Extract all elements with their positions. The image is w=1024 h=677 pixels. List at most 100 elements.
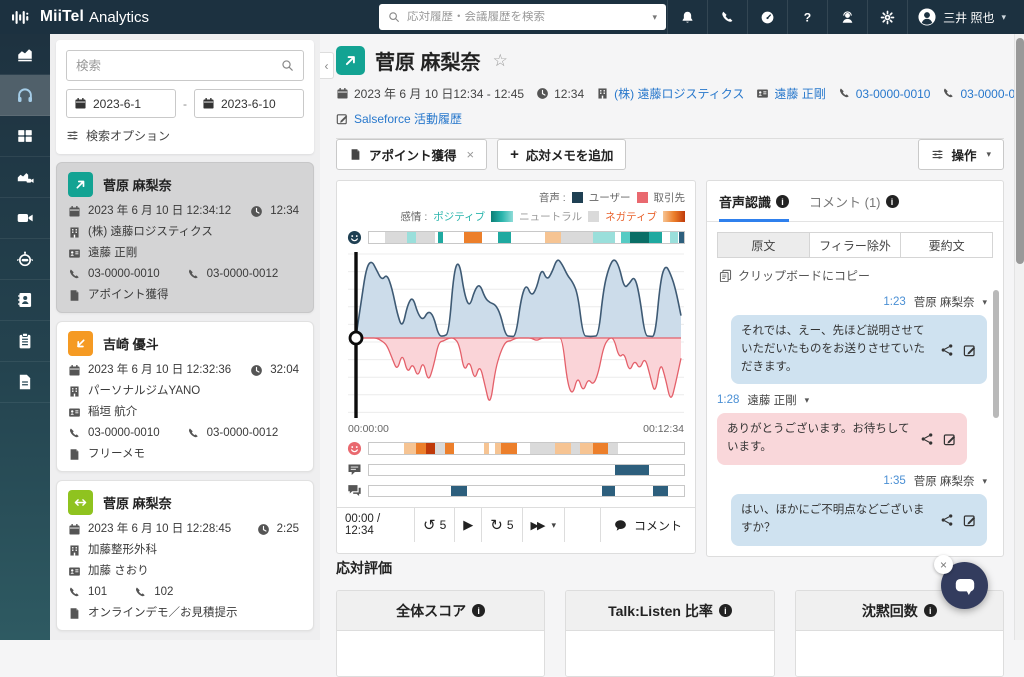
sentiment-segment xyxy=(426,443,435,454)
sentiment-segment xyxy=(501,443,517,454)
view-no-filler-button[interactable]: フィラー除外 xyxy=(809,232,902,258)
tab-comments[interactable]: コメント (1) i xyxy=(809,192,899,222)
chevron-down-icon[interactable]: ▾ xyxy=(805,395,810,406)
view-original-button[interactable]: 原文 xyxy=(717,232,810,258)
sentiment-segment xyxy=(593,232,615,243)
global-search[interactable]: ▾ xyxy=(379,4,666,30)
client-sentiment-track[interactable] xyxy=(368,442,685,455)
notifications-button[interactable] xyxy=(667,0,707,34)
share-icon[interactable] xyxy=(940,343,954,357)
edit-icon xyxy=(336,112,349,125)
chat-widget-button[interactable]: × xyxy=(941,562,988,609)
waveform-chart[interactable] xyxy=(347,248,685,422)
copy-to-clipboard-button[interactable]: クリップボードにコピー xyxy=(719,267,991,284)
collapse-panel-button[interactable]: ‹ xyxy=(320,52,334,79)
info-icon[interactable]: i xyxy=(924,604,937,617)
clock-icon xyxy=(250,205,263,218)
call-list-item[interactable]: 吉崎 優斗2023 年 6 月 10 日 12:32:3632:04パーソナルジ… xyxy=(56,321,314,472)
page-scrollbar[interactable] xyxy=(1014,34,1024,640)
memo-icon xyxy=(68,607,81,620)
sentiment-segment xyxy=(416,232,435,243)
sidebar-item-call-history[interactable] xyxy=(0,75,50,116)
actions-dropdown-button[interactable]: 操作 ▾ xyxy=(918,139,1004,170)
list-search-input[interactable] xyxy=(76,59,275,73)
message-timestamp[interactable]: 1:23 xyxy=(883,296,905,308)
transcript-scrollbar-thumb[interactable] xyxy=(993,290,999,418)
sentiment-segment xyxy=(580,443,593,454)
sentiment-legend-label: 感情 : xyxy=(400,209,427,224)
sidebar-item-documents[interactable] xyxy=(0,362,50,403)
support-button[interactable] xyxy=(827,0,867,34)
transcript-card: 音声認識 i コメント (1) i 原文 フィラー除外 要約文 クリップボードに… xyxy=(706,180,1004,557)
company-link[interactable]: (株) 遠藤ロジスティクス xyxy=(614,85,744,102)
contact-link[interactable]: 遠藤 正剛 xyxy=(774,85,825,102)
clock-icon xyxy=(536,87,549,100)
brand-logo[interactable]: MiiTel Analytics xyxy=(12,0,149,34)
help-button[interactable]: ? xyxy=(787,0,827,34)
play-button[interactable]: ▶ xyxy=(455,508,482,542)
user-menu[interactable]: 三井 照也 ▾ xyxy=(907,0,1016,34)
phone-primary-link[interactable]: 03-0000-0010 xyxy=(856,87,931,101)
comment-track[interactable] xyxy=(368,485,685,497)
memo-label: アポイント獲得 xyxy=(88,288,169,302)
comment-button[interactable]: コメント xyxy=(600,508,695,542)
search-caret-icon[interactable]: ▾ xyxy=(652,12,657,23)
info-icon[interactable]: i xyxy=(776,195,789,208)
sentiment-segment xyxy=(445,443,454,454)
building-icon xyxy=(68,385,81,398)
sidebar-item-list[interactable] xyxy=(0,116,50,157)
sidebar-item-report[interactable] xyxy=(0,157,50,198)
search-options-link[interactable]: 検索オプション xyxy=(66,127,304,144)
comment-segment xyxy=(451,486,467,496)
skip-back-button[interactable]: ↺5 xyxy=(415,508,455,542)
call-list-item[interactable]: 菅原 麻梨奈2023 年 6 月 10 日 12:34:1212:34(株) 遠… xyxy=(56,162,314,313)
tab-speech-recognition[interactable]: 音声認識 i xyxy=(719,192,789,222)
info-icon[interactable]: i xyxy=(886,195,899,208)
negative-swatch xyxy=(663,211,685,222)
edit-icon[interactable] xyxy=(963,343,977,357)
dashboard-button[interactable] xyxy=(747,0,787,34)
skip-forward-button[interactable]: ↻5 xyxy=(482,508,522,542)
list-search-field[interactable] xyxy=(66,50,304,81)
share-icon[interactable] xyxy=(920,432,934,446)
sliders-icon xyxy=(66,129,79,142)
contact-name: 加藤 さおり xyxy=(88,564,149,578)
sidebar-item-meetings[interactable] xyxy=(0,198,50,239)
chevron-down-icon[interactable]: ▾ xyxy=(982,297,987,308)
message-timestamp[interactable]: 1:28 xyxy=(717,394,739,406)
edit-icon[interactable] xyxy=(963,513,977,527)
sidebar-item-contacts[interactable] xyxy=(0,280,50,321)
sidebar-item-analytics[interactable] xyxy=(0,34,50,75)
sidebar-item-tasks[interactable] xyxy=(0,321,50,362)
miitel-logo-icon xyxy=(12,10,33,25)
edit-icon[interactable] xyxy=(943,432,957,446)
share-icon[interactable] xyxy=(940,513,954,527)
dialer-button[interactable] xyxy=(707,0,747,34)
crm-activity-link[interactable]: Salseforce 活動履歴 xyxy=(354,110,462,127)
date-from-field[interactable]: 2023-6-1 xyxy=(66,89,176,118)
add-memo-button[interactable]: + 応対メモを追加 xyxy=(497,139,626,170)
chevron-down-icon[interactable]: ▾ xyxy=(982,476,987,487)
view-summary-button[interactable]: 要約文 xyxy=(900,232,993,258)
favorite-star-icon[interactable]: ☆ xyxy=(493,51,508,71)
call-list-item[interactable]: 菅原 麻梨奈2023 年 6 月 10 日 12:28:452:25加藤整形外科… xyxy=(56,480,314,631)
playback-speed-button[interactable]: ▶▶▾ xyxy=(523,508,565,542)
date-to-field[interactable]: 2023-6-10 xyxy=(194,89,304,118)
message-timestamp[interactable]: 1:35 xyxy=(883,475,905,487)
calendar-icon xyxy=(68,364,81,377)
sidebar-item-ai-assistant[interactable] xyxy=(0,239,50,280)
info-icon[interactable]: i xyxy=(719,604,732,617)
page-scrollbar-thumb[interactable] xyxy=(1016,38,1024,264)
playhead[interactable] xyxy=(350,252,362,418)
search-options-label: 検索オプション xyxy=(86,127,170,144)
remove-tag-icon[interactable]: × xyxy=(467,147,475,162)
memo-tag-button[interactable]: アポイント獲得 × xyxy=(336,139,487,170)
clipboard-icon xyxy=(16,332,34,350)
global-search-input[interactable] xyxy=(407,11,645,23)
info-icon[interactable]: i xyxy=(472,604,485,617)
call-detail-header: 菅原 麻梨奈 ☆ 2023 年 6 月 10 日12:34 - 12:45 12… xyxy=(336,46,1004,139)
keyword-track[interactable] xyxy=(368,464,685,476)
user-sentiment-track[interactable] xyxy=(368,231,685,244)
chat-close-button[interactable]: × xyxy=(934,555,953,574)
settings-button[interactable] xyxy=(867,0,907,34)
